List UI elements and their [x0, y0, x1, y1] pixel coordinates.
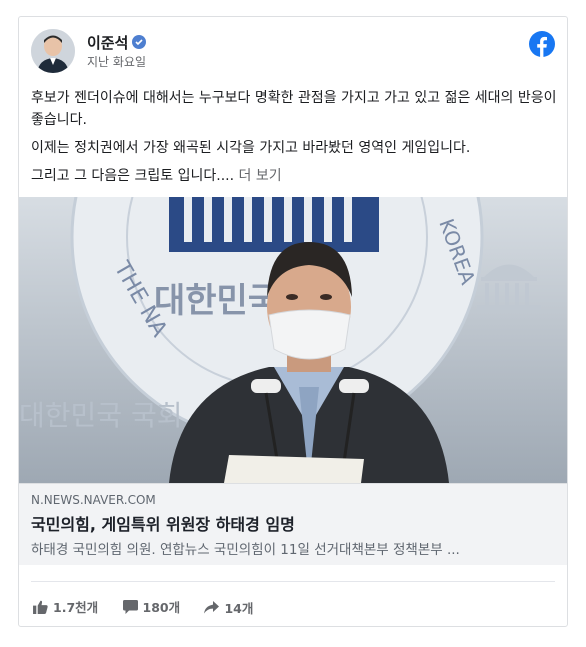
comment-count-text: 180개 — [142, 600, 181, 615]
facebook-post-card: 이준석 지난 화요일 후보가 젠더이슈에 대해서는 누구보다 명확한 관점을 가… — [18, 16, 568, 627]
share-icon — [204, 600, 220, 613]
author-name-text[interactable]: 이준석 — [87, 34, 128, 52]
link-preview[interactable]: N.NEWS.NAVER.COM 국민의힘, 게임특위 위원장 하태경 임명 하… — [19, 483, 567, 565]
post-paragraph-last: 그리고 그 다음은 크립토 입니다.... 더 보기 — [31, 165, 557, 187]
share-count[interactable]: 14개 — [204, 598, 253, 617]
comment-count[interactable]: 180개 — [122, 597, 181, 616]
post-paragraph: 이제는 정치권에서 가장 왜곡된 시각을 가지고 바라봤던 영역인 게임입니다. — [31, 140, 471, 156]
post-body: 후보가 젠더이슈에 대해서는 누구보다 명확한 관점을 가지고 가고 있고 젊은… — [31, 87, 557, 193]
post-header: 이준석 지난 화요일 — [31, 29, 555, 73]
author-name[interactable]: 이준석 — [87, 32, 147, 53]
post-stats: 1.7천개 180개 14개 — [33, 597, 273, 617]
link-description: 하태경 국민의힘 의원. 연합뉴스 국민의힘이 11일 선거대책본부 정책본부 … — [31, 542, 460, 558]
comment-icon — [122, 599, 138, 614]
backdrop-text: 대한민국 국회 — [19, 399, 182, 432]
divider — [31, 581, 555, 582]
avatar[interactable] — [31, 29, 75, 73]
post-timestamp[interactable]: 지난 화요일 — [87, 53, 146, 70]
link-preview-image[interactable]: THE NA KOREA 대한민국국회 대한민국 국회 — [19, 197, 567, 483]
share-count-text: 14개 — [224, 600, 254, 616]
like-count-text: 1.7천개 — [53, 600, 99, 615]
link-domain: N.NEWS.NAVER.COM — [31, 493, 156, 507]
like-icon — [33, 600, 48, 614]
post-paragraph-text: 그리고 그 다음은 크립토 입니다.... — [31, 168, 235, 184]
see-more-link[interactable]: 더 보기 — [239, 168, 282, 184]
link-headline[interactable]: 국민의힘, 게임특위 위원장 하태경 임명 — [31, 511, 295, 535]
verified-icon — [132, 35, 147, 49]
like-count[interactable]: 1.7천개 — [33, 597, 98, 616]
post-paragraph: 후보가 젠더이슈에 대해서는 누구보다 명확한 관점을 가지고 가고 있고 젊은… — [31, 90, 557, 128]
facebook-logo-icon[interactable] — [529, 31, 555, 57]
